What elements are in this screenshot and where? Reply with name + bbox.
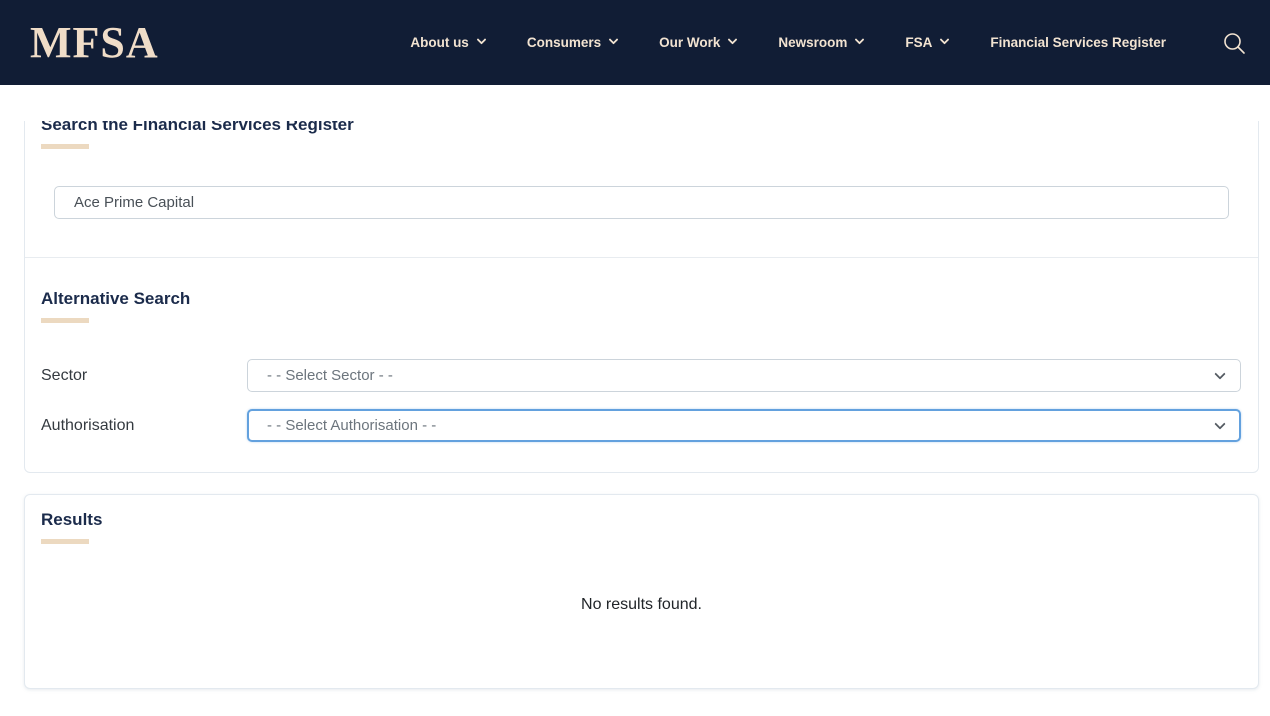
nav-item-fsa[interactable]: FSA xyxy=(905,35,948,50)
title-accent-underline xyxy=(41,318,89,323)
results-title: Results xyxy=(41,510,1242,530)
register-search-input[interactable] xyxy=(54,186,1229,219)
title-accent-underline xyxy=(41,144,89,149)
search-section-title: Search the Financial Services Register xyxy=(41,121,1242,135)
nav-item-label: Newsroom xyxy=(778,35,847,50)
main-nav: About us Consumers Our Work Newsroom FSA… xyxy=(410,35,1166,50)
search-card: Search the Financial Services Register A… xyxy=(24,121,1259,473)
sector-row: Sector - - Select Sector - - xyxy=(41,359,1242,392)
no-results-message: No results found. xyxy=(41,596,1242,688)
authorisation-label: Authorisation xyxy=(41,417,247,435)
search-section: Search the Financial Services Register xyxy=(25,121,1258,219)
chevron-down-icon xyxy=(855,35,865,45)
alternative-search-section: Alternative Search Sector - - Select Sec… xyxy=(25,257,1258,472)
nav-item-label: Financial Services Register xyxy=(990,35,1166,50)
search-input-wrap xyxy=(54,186,1229,219)
alternative-search-title: Alternative Search xyxy=(41,289,1242,309)
nav-item-newsroom[interactable]: Newsroom xyxy=(778,35,863,50)
nav-item-label: Consumers xyxy=(527,35,601,50)
nav-item-label: Our Work xyxy=(659,35,720,50)
navbar-search-button[interactable] xyxy=(1222,31,1246,55)
nav-item-financial-services-register[interactable]: Financial Services Register xyxy=(990,35,1166,50)
chevron-down-icon xyxy=(728,35,738,45)
nav-item-consumers[interactable]: Consumers xyxy=(527,35,617,50)
authorisation-row: Authorisation - - Select Authorisation -… xyxy=(41,409,1242,442)
sector-select-wrap: - - Select Sector - - xyxy=(247,359,1241,392)
authorisation-select[interactable]: - - Select Authorisation - - xyxy=(247,409,1241,442)
sector-select[interactable]: - - Select Sector - - xyxy=(247,359,1241,392)
title-accent-underline xyxy=(41,539,89,544)
authorisation-select-wrap: - - Select Authorisation - - xyxy=(247,409,1241,442)
nav-item-label: FSA xyxy=(905,35,932,50)
mfsa-logo[interactable]: MFSA xyxy=(30,21,159,65)
top-navbar: MFSA About us Consumers Our Work Newsroo… xyxy=(0,0,1270,85)
page-content: Search the Financial Services Register A… xyxy=(0,121,1270,689)
results-card: Results No results found. xyxy=(24,494,1259,689)
nav-item-our-work[interactable]: Our Work xyxy=(659,35,736,50)
chevron-down-icon xyxy=(609,35,619,45)
nav-item-label: About us xyxy=(410,35,469,50)
sector-label: Sector xyxy=(41,367,247,385)
chevron-down-icon xyxy=(476,35,486,45)
chevron-down-icon xyxy=(940,35,950,45)
search-card-clip: Search the Financial Services Register A… xyxy=(24,121,1259,473)
nav-item-about-us[interactable]: About us xyxy=(410,35,485,50)
search-icon xyxy=(1222,31,1246,55)
